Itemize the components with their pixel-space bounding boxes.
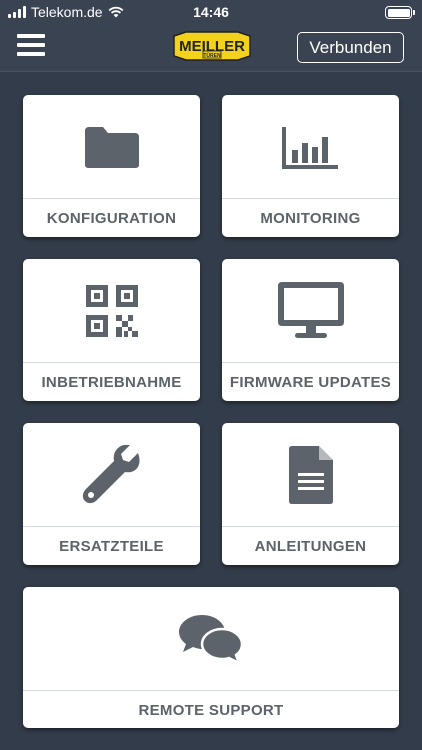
- tile-ersatzteile[interactable]: ERSATZTEILE: [23, 423, 200, 565]
- tile-inbetriebnahme[interactable]: INBETRIEBNAHME: [23, 259, 200, 401]
- wrench-icon: [82, 444, 139, 503]
- status-time: 14:46: [193, 4, 229, 20]
- tile-label: ERSATZTEILE: [59, 537, 164, 555]
- document-icon: [288, 445, 333, 504]
- qr-code-icon: [85, 284, 138, 337]
- tile-firmware-updates[interactable]: FIRMWARE UPDATES: [222, 259, 399, 401]
- tile-anleitungen[interactable]: ANLEITUNGEN: [222, 423, 399, 565]
- tile-label: INBETRIEBNAHME: [41, 373, 182, 391]
- status-bar: Telekom.de 14:46: [0, 0, 422, 24]
- tile-label: FIRMWARE UPDATES: [229, 373, 392, 391]
- tile-monitoring[interactable]: MONITORING: [222, 95, 399, 237]
- svg-text:TÜREN: TÜREN: [203, 52, 221, 59]
- folder-icon: [84, 126, 139, 168]
- tile-label: ANLEITUNGEN: [254, 537, 367, 555]
- chat-bubbles-icon: [179, 614, 244, 665]
- tile-remote-support[interactable]: REMOTE SUPPORT: [23, 587, 399, 728]
- hamburger-menu-button[interactable]: [17, 34, 45, 56]
- battery-icon: [385, 6, 415, 19]
- bar-chart-icon: [281, 126, 338, 169]
- nav-bar: MEILLER TÜREN Verbunden: [0, 24, 422, 72]
- tile-label: REMOTE SUPPORT: [138, 701, 284, 719]
- connection-status-button[interactable]: Verbunden: [297, 32, 404, 63]
- meiller-logo: MEILLER TÜREN: [173, 31, 251, 61]
- tile-label: MONITORING: [260, 209, 361, 227]
- monitor-icon: [277, 281, 344, 338]
- tile-konfiguration[interactable]: KONFIGURATION: [23, 95, 200, 237]
- tile-label: KONFIGURATION: [46, 209, 177, 227]
